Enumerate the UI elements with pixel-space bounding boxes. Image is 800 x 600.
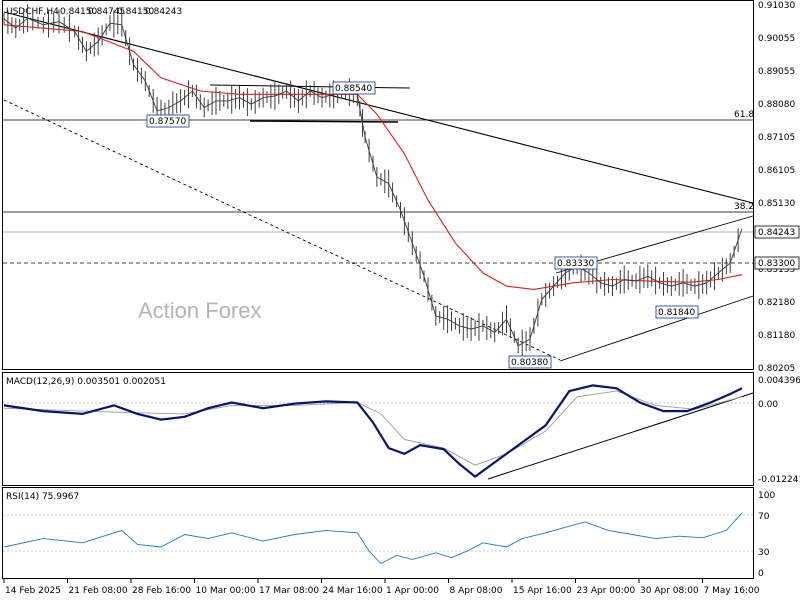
macd-line: [3, 384, 743, 478]
x-tick-label: 23 Apr 00:00: [577, 586, 636, 596]
y-tick: 0.91030: [758, 1, 795, 11]
svg-text:0.83330: 0.83330: [557, 259, 594, 269]
rsi-y-axis: 100 70 30 0: [758, 491, 775, 579]
y-tick: 0: [758, 569, 764, 579]
y-tick: 30: [758, 548, 770, 558]
y-tick: 0.90055: [758, 34, 795, 44]
current-price-tag: 0.84243: [754, 225, 800, 239]
x-tick-label: 1 Apr 00:00: [386, 586, 439, 596]
level-price-tag: 0.83300: [754, 256, 800, 270]
svg-text:0.80380: 0.80380: [511, 358, 548, 368]
annotation-87570: 0.87570: [146, 114, 190, 128]
y-tick: 0.87105: [758, 133, 795, 143]
rsi-line: [3, 512, 743, 565]
y-tick: 100: [758, 491, 775, 501]
y-tick: 0.89055: [758, 67, 795, 77]
y-tick: 0.88080: [758, 100, 795, 110]
x-tick-label: 17 Mar 08:00: [259, 586, 319, 596]
macd-y-axis: 0.004396 0.00 -0.012241: [758, 376, 800, 485]
y-tick: -0.012241: [758, 475, 800, 485]
svg-text:0.83300: 0.83300: [758, 259, 795, 269]
svg-text:0.84243: 0.84243: [758, 228, 795, 238]
y-tick: 0.80205: [758, 364, 795, 374]
y-tick: 0.004396: [758, 376, 800, 386]
y-tick: 0.82180: [758, 298, 795, 308]
x-tick-label: 10 Mar 00:00: [196, 586, 256, 596]
price-candles: [3, 4, 739, 358]
ohlc-close: 0.84243: [145, 7, 182, 17]
svg-text:0.81840: 0.81840: [658, 308, 695, 318]
x-tick-label: 30 Apr 08:00: [640, 586, 699, 596]
y-tick: 0.81180: [758, 331, 795, 341]
annotation-83330: 0.83330: [554, 256, 598, 270]
x-axis: 14 Feb 2025 21 Feb 08:00 28 Feb 16:00 10 Ma…: [3, 579, 760, 596]
y-tick: 0.86105: [758, 166, 795, 176]
downtrend-line: [3, 11, 754, 204]
annotation-80380: 0.80380: [508, 355, 552, 369]
fib-61.8-label: 61.8: [734, 110, 754, 120]
price-close-line: [3, 17, 743, 347]
macd-trend-line: [487, 392, 754, 480]
watermark: Action Forex: [138, 298, 262, 323]
price-y-axis: 0.91030 0.90055 0.89055 0.88080 0.87105 …: [758, 1, 795, 374]
annotation-81840: 0.81840: [655, 305, 699, 319]
x-tick-label: 8 Apr 08:00: [450, 586, 503, 596]
svg-text:0.88540: 0.88540: [335, 84, 372, 94]
rsi-panel-title: RSI(14) 75.9967: [6, 492, 79, 502]
y-tick: 0.85130: [758, 199, 795, 209]
annotation-88540: 0.88540: [332, 81, 376, 95]
rsi-panel-frame: [2, 487, 754, 579]
x-tick-label: 7 May 16:00: [704, 586, 760, 596]
fib-38.2-label: 38.2: [734, 202, 754, 212]
x-tick-label: 24 Mar 16:00: [323, 586, 383, 596]
y-tick: 70: [758, 512, 770, 522]
macd-signal-line: [3, 390, 743, 466]
chart: Action Forex USDCHF,H4 0.84150 0.84745 0…: [2, 0, 800, 596]
price-panel-frame: [2, 0, 754, 370]
x-tick-label: 14 Feb 2025: [5, 586, 61, 596]
macd-panel-title: MACD(12,26,9) 0.003501 0.002051: [6, 377, 166, 387]
x-tick-label: 15 Apr 16:00: [513, 586, 572, 596]
svg-text:0.87570: 0.87570: [149, 117, 186, 127]
x-tick-label: 28 Feb 16:00: [132, 586, 191, 596]
dotted-support-line: [3, 99, 561, 361]
y-tick: 0.00: [758, 400, 778, 410]
x-tick-label: 21 Feb 08:00: [69, 586, 128, 596]
range-bottom-line: [249, 120, 399, 123]
